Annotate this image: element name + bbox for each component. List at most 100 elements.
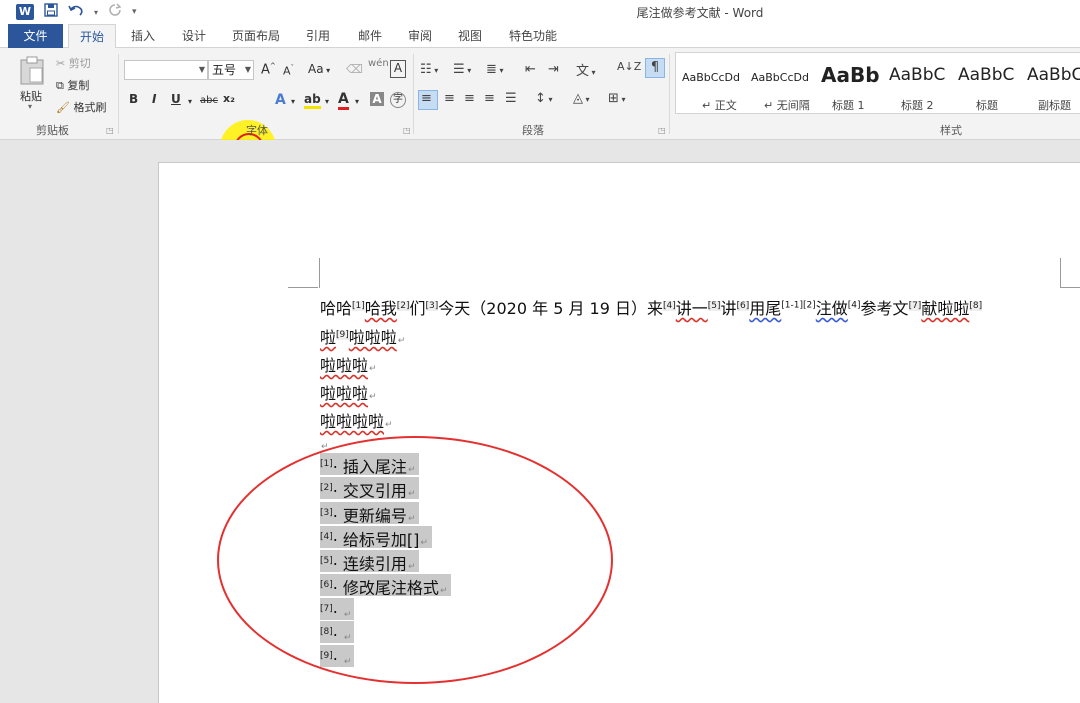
- body-line[interactable]: 啦[9]啦啦啦↵: [320, 324, 405, 348]
- endnote-ref[interactable]: [6]: [736, 300, 750, 311]
- word-window: W ▾ ▾ 尾注做参考文献 - Word 文件 开始 插入 设计 页面布局 引用…: [0, 0, 1080, 703]
- numbering-icon[interactable]: ☰ ▾: [453, 62, 471, 77]
- distributed-icon[interactable]: ☰: [505, 91, 517, 106]
- style-name: ↵ 正文: [702, 99, 737, 112]
- bold-button[interactable]: B: [129, 92, 138, 106]
- highlight-button[interactable]: ab: [304, 92, 321, 109]
- style-name: 标题 1: [832, 99, 865, 112]
- endnote-ref[interactable]: [2]: [396, 300, 410, 311]
- endnote-ref[interactable]: [8]: [969, 300, 983, 311]
- body-line[interactable]: 啦啦啦↵: [320, 380, 377, 404]
- endnote-ref[interactable]: [4]: [848, 301, 861, 311]
- margin-corner: [288, 287, 318, 288]
- strikethrough-button[interactable]: abc: [200, 95, 218, 106]
- font-name-combo[interactable]: ▼: [124, 60, 208, 80]
- multilevel-list-icon[interactable]: ≣ ▾: [486, 62, 503, 77]
- sort-icon[interactable]: A↓Z: [617, 60, 641, 73]
- shading-icon[interactable]: ◬ ▾: [573, 91, 590, 106]
- format-painter-button[interactable]: 🖌 格式刷: [56, 99, 106, 115]
- style-title[interactable]: AaBbC: [958, 65, 1014, 85]
- margin-corner: [1060, 287, 1080, 288]
- tab-references[interactable]: 引用: [298, 24, 338, 48]
- tab-layout[interactable]: 页面布局: [226, 24, 286, 48]
- cut-button[interactable]: ✂ 剪切: [56, 55, 91, 71]
- ribbon-tabs: 文件 开始 插入 设计 页面布局 引用 邮件 审阅 视图 特色功能: [0, 24, 1080, 49]
- divider: [413, 54, 414, 134]
- clipboard-group-label: 剪贴板: [36, 124, 69, 137]
- style-subtitle[interactable]: AaBbC: [1027, 65, 1080, 85]
- annotation-ellipse: [217, 436, 613, 684]
- decrease-indent-icon[interactable]: ⇤: [525, 62, 536, 77]
- text-effects-dropdown-icon[interactable]: ▾: [291, 97, 295, 106]
- chevron-down-icon: ▼: [198, 65, 205, 74]
- underline-dropdown-icon[interactable]: ▾: [188, 97, 192, 106]
- text-effects-button[interactable]: A: [275, 92, 286, 108]
- clipboard-launcher-icon[interactable]: ◳: [106, 126, 114, 135]
- phonetic-guide-button[interactable]: wén: [368, 58, 389, 69]
- margin-corner: [318, 258, 320, 288]
- endnote-ref[interactable]: [9]: [336, 329, 349, 340]
- endnote-ref[interactable]: [1-1][2]: [781, 301, 815, 311]
- font-launcher-icon[interactable]: ◳: [403, 126, 411, 135]
- copy-button[interactable]: ⧉ 复制: [56, 77, 89, 93]
- tab-file[interactable]: 文件: [8, 24, 63, 48]
- highlight-dropdown-icon[interactable]: ▾: [325, 97, 329, 106]
- style-heading2[interactable]: AaBbC: [889, 65, 945, 85]
- asian-layout-icon[interactable]: 文 ▾: [576, 60, 596, 79]
- shrink-font-button[interactable]: Aˇ: [283, 64, 294, 78]
- style-name: 标题 2: [901, 99, 934, 112]
- tab-home[interactable]: 开始: [68, 24, 116, 49]
- endnote-ref[interactable]: [5]: [707, 300, 721, 311]
- font-color-dropdown-icon[interactable]: ▾: [355, 97, 359, 106]
- clear-format-icon[interactable]: ⌫: [346, 62, 363, 76]
- paste-icon[interactable]: [18, 56, 46, 89]
- style-normal[interactable]: AaBbCcDd: [682, 71, 740, 84]
- borders-icon[interactable]: ⊞ ▾: [608, 91, 625, 106]
- align-left-icon: ≡: [421, 91, 432, 106]
- enclose-char-button[interactable]: 字: [390, 92, 406, 108]
- subscript-button[interactable]: x₂: [223, 92, 235, 105]
- change-case-button[interactable]: Aa ▾: [308, 62, 330, 76]
- paragraph-launcher-icon[interactable]: ◳: [658, 126, 666, 135]
- underline-button[interactable]: U: [171, 92, 181, 106]
- font-color-button[interactable]: A: [338, 92, 349, 110]
- tab-features[interactable]: 特色功能: [502, 24, 564, 48]
- line-spacing-icon[interactable]: ↕ ▾: [535, 91, 552, 106]
- bullets-icon[interactable]: ☷ ▾: [420, 62, 438, 77]
- scissors-icon: ✂: [56, 57, 66, 70]
- endnote-ref[interactable]: [7]: [908, 300, 922, 311]
- style-no-spacing[interactable]: AaBbCcDd: [751, 71, 809, 84]
- style-name: 标题: [976, 99, 998, 112]
- body-line[interactable]: 啦啦啦啦↵: [320, 408, 393, 432]
- body-line[interactable]: 哈哈[1]哈我[2]们[3]今天（2020 年 5 月 19 日）来[4]讲一[…: [320, 295, 983, 319]
- endnote-ref[interactable]: [3]: [425, 300, 439, 311]
- font-size-combo[interactable]: 五号 ▼: [208, 60, 254, 80]
- increase-indent-icon[interactable]: ⇥: [548, 62, 559, 77]
- tab-review[interactable]: 审阅: [400, 24, 440, 48]
- align-right-icon[interactable]: ≡: [464, 91, 475, 106]
- endnote-ref[interactable]: [1]: [352, 300, 365, 311]
- tab-design[interactable]: 设计: [174, 24, 214, 48]
- paste-dropdown-icon[interactable]: ▾: [28, 102, 32, 111]
- char-border-button[interactable]: A: [390, 60, 406, 78]
- ribbon-home: 粘贴 ▾ ✂ 剪切 ⧉ 复制 🖌 格式刷 剪贴板 ◳ ▼ 五号 ▼ A^ Aˇ …: [0, 48, 1080, 176]
- brush-icon: 🖌: [56, 101, 70, 114]
- italic-button[interactable]: I: [152, 92, 156, 106]
- tab-mailings[interactable]: 邮件: [350, 24, 390, 48]
- align-center-icon[interactable]: ≡: [444, 91, 455, 106]
- title-bar: W ▾ ▾ 尾注做参考文献 - Word: [0, 0, 1080, 24]
- paragraph-mark-icon: ↵: [369, 364, 377, 374]
- tab-view[interactable]: 视图: [450, 24, 490, 48]
- char-shading-button[interactable]: A: [370, 92, 384, 106]
- paragraph-group-label: 段落: [522, 124, 544, 137]
- style-heading1[interactable]: AaBb: [821, 63, 879, 87]
- divider: [669, 54, 670, 134]
- divider: [118, 54, 119, 134]
- justify-icon[interactable]: ≡: [484, 91, 495, 106]
- tab-insert[interactable]: 插入: [122, 24, 164, 48]
- show-marks-icon[interactable]: ¶: [645, 58, 665, 78]
- font-group-label: 字体: [246, 124, 268, 137]
- body-line[interactable]: 啦啦啦↵: [320, 352, 377, 376]
- endnote-ref[interactable]: [4]: [663, 300, 676, 311]
- grow-font-button[interactable]: A^: [261, 62, 276, 77]
